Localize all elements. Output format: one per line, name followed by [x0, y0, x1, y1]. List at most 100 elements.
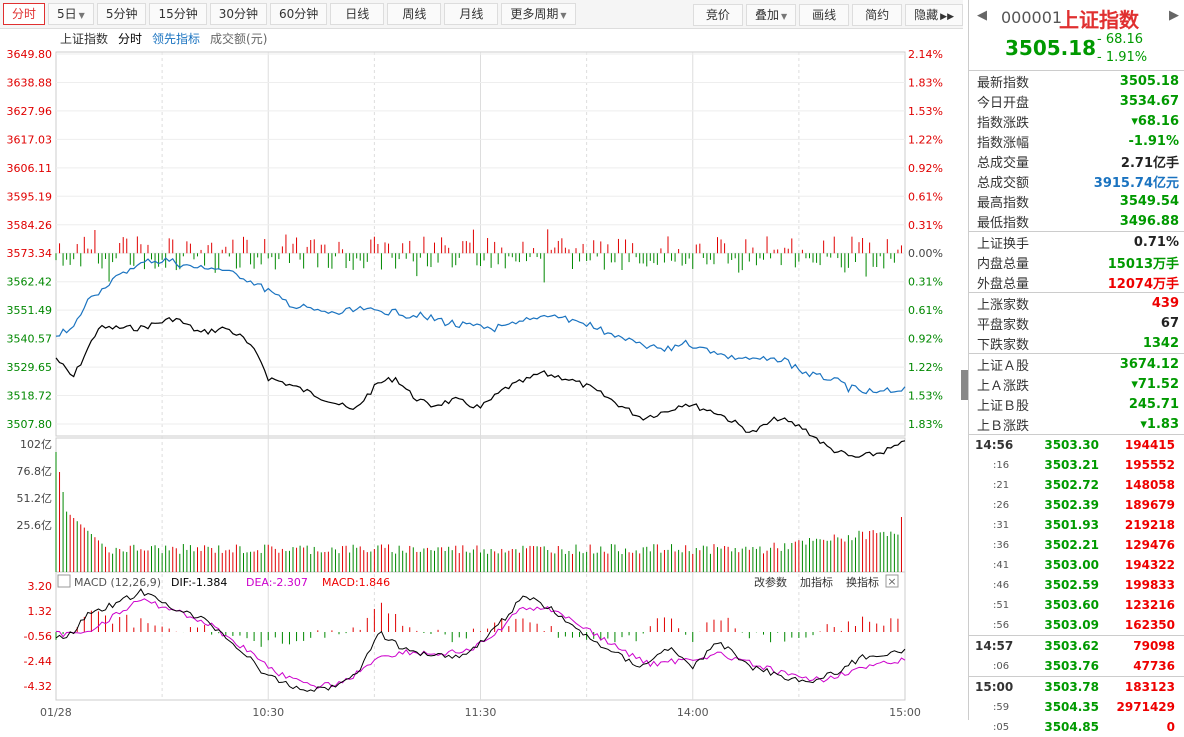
- stat-label: 上Ｂ涨跌: [977, 418, 1030, 434]
- index-name: 上证指数: [1059, 8, 1139, 32]
- tick-price: 3503.60: [1044, 598, 1099, 612]
- overlay-button[interactable]: 叠加 ▼: [745, 4, 797, 26]
- next-arrow-icon[interactable]: ▶: [1169, 8, 1179, 23]
- stat-value: ▾68.16: [1131, 113, 1179, 129]
- tick-time: :46: [993, 579, 1010, 591]
- pct-tick-label: 1.83%: [908, 418, 943, 431]
- stat-value: 3496.88: [1119, 213, 1179, 229]
- macd-label: MACD (12,26,9): [74, 576, 161, 589]
- tick-row: :56 3503.09 162350: [969, 615, 1184, 635]
- prev-arrow-icon[interactable]: ◀: [977, 8, 987, 23]
- index-code: 000001: [1001, 8, 1063, 27]
- tick-price: 3502.39: [1044, 498, 1099, 512]
- tick-volume: 47736: [1133, 659, 1175, 673]
- hide-button[interactable]: 隐藏 ▶▶: [905, 4, 963, 26]
- chart-legend: 上证指数 分时 领先指标 成交额(元): [60, 30, 267, 47]
- macd-tick-label: -2.44: [24, 655, 52, 668]
- stat-value: 439: [1151, 295, 1179, 311]
- pct-tick-label: 1.22%: [908, 361, 943, 374]
- stat-label: 内盘总量: [977, 256, 1030, 272]
- intraday-chart-svg[interactable]: 3649.80 2.14% 3638.88 1.83% 3627.96 1.53% 3617…: [0, 28, 963, 720]
- price-tick-label: 3617.03: [7, 133, 53, 146]
- tick-price: 3503.00: [1044, 558, 1099, 572]
- simple-mode-button[interactable]: 简约: [852, 4, 903, 26]
- period-tab-weekly[interactable]: 周线: [387, 3, 442, 25]
- stat-row: 上证换手 0.71%: [969, 231, 1184, 252]
- stat-label: 下跌家数: [977, 337, 1030, 353]
- period-tab-30min[interactable]: 30分钟: [209, 3, 268, 25]
- tick-row: :26 3502.39 189679: [969, 495, 1184, 515]
- stat-value: 1342: [1142, 335, 1179, 351]
- chevron-down-icon: ▼: [560, 11, 567, 20]
- auction-button[interactable]: 竞价: [692, 4, 743, 26]
- price-change: - 68.16: [1097, 32, 1144, 47]
- stat-label: 最新指数: [977, 75, 1030, 91]
- tick-list: 14:56 3503.30 194415:16 3503.21 195552:21 350…: [969, 434, 1184, 737]
- tick-time: :26: [993, 499, 1010, 511]
- period-tab-more[interactable]: 更多周期 ▼: [501, 3, 576, 25]
- tick-price: 3504.35: [1044, 700, 1099, 714]
- tick-volume: 0: [1166, 720, 1175, 734]
- period-tab-more-label: 更多周期: [510, 7, 559, 21]
- tick-volume: 194415: [1124, 438, 1175, 452]
- macd-tick-label: 1.32: [28, 605, 53, 618]
- price-tick-label: 3507.80: [7, 418, 53, 431]
- draw-line-button[interactable]: 画线: [799, 4, 850, 26]
- tick-price: 3502.59: [1044, 578, 1099, 592]
- period-tab-intraday[interactable]: 分时: [3, 3, 46, 25]
- chevron-down-icon: ▼: [78, 11, 85, 20]
- legend-lead-indicator[interactable]: 领先指标: [152, 30, 200, 47]
- tick-price: 3503.21: [1044, 458, 1099, 472]
- period-tab-5min[interactable]: 5分钟: [96, 3, 147, 25]
- tick-volume: 123216: [1124, 598, 1175, 612]
- tick-volume: 129476: [1124, 538, 1175, 552]
- tick-row: 14:57 3503.62 79098: [969, 635, 1184, 656]
- volume-tick-label: 102亿: [20, 438, 52, 451]
- pct-tick-label: 1.22%: [908, 133, 943, 146]
- stat-row: 总成交量 2.71亿手: [969, 151, 1184, 171]
- pct-tick-label: 0.61%: [908, 190, 943, 203]
- price-tick-label: 3518.72: [7, 390, 53, 403]
- time-tick-label: 14:00: [677, 706, 709, 719]
- legend-index-name: 上证指数: [60, 32, 109, 46]
- stat-value: -1.91%: [1128, 133, 1180, 149]
- stat-row: 总成交额 3915.74亿元: [969, 171, 1184, 191]
- price-tick-label: 3584.26: [7, 219, 53, 232]
- stat-row: 上Ａ涨跌 ▾71.52: [969, 374, 1184, 394]
- stat-value: 0.71%: [1133, 234, 1179, 250]
- volume-tick-label: 25.6亿: [17, 519, 53, 532]
- stat-value: ▾71.52: [1131, 376, 1179, 392]
- stat-label: 上证Ｂ股: [977, 398, 1030, 414]
- toolbar-right: 竞价 叠加 ▼ 画线 简约 隐藏 ▶▶: [690, 4, 963, 26]
- stat-label: 总成交额: [977, 175, 1030, 191]
- last-price: 3505.18: [1005, 36, 1097, 60]
- period-tab-5day[interactable]: 5日 ▼: [48, 3, 94, 25]
- time-tick-label: 01/28: [40, 706, 72, 719]
- tick-row: :36 3502.21 129476: [969, 535, 1184, 555]
- tick-price: 3501.93: [1044, 518, 1099, 532]
- price-tick-label: 3649.80: [7, 48, 53, 61]
- period-tab-60min[interactable]: 60分钟: [270, 3, 328, 25]
- tick-volume: 162350: [1124, 618, 1175, 632]
- period-tab-daily[interactable]: 日线: [330, 3, 385, 25]
- stat-value: 3674.12: [1119, 356, 1179, 372]
- period-toolbar: 分时 5日 ▼ 5分钟 15分钟 30分钟 60分钟 日线 周线 月线 更多周期 ▼…: [0, 0, 963, 29]
- tick-volume: 189679: [1124, 498, 1175, 512]
- tick-price: 3503.09: [1044, 618, 1099, 632]
- tick-time: :51: [993, 599, 1010, 611]
- period-tab-monthly[interactable]: 月线: [444, 3, 499, 25]
- volume-tick-label: 51.2亿: [17, 492, 53, 505]
- price-tick-label: 3573.34: [7, 247, 53, 260]
- tick-time: :05: [993, 721, 1010, 733]
- tick-time: :59: [993, 701, 1010, 713]
- period-tab-15min[interactable]: 15分钟: [149, 3, 207, 25]
- tick-row: :05 3504.85 0: [969, 717, 1184, 737]
- chart-area[interactable]: 3649.80 2.14% 3638.88 1.83% 3627.96 1.53% 3617…: [0, 28, 963, 720]
- tick-row: :51 3503.60 123216: [969, 595, 1184, 615]
- stat-value: 2.71亿手: [1120, 155, 1179, 171]
- macd-dea-label: DEA:-2.307: [246, 576, 308, 589]
- tick-time: :06: [993, 660, 1010, 672]
- stats-table: 最新指数 3505.18 今日开盘 3534.67 指数涨跌 ▾68.16 指数涨幅 -1.9…: [969, 71, 1184, 434]
- tick-time: :16: [993, 459, 1010, 471]
- tick-time: :21: [993, 479, 1010, 491]
